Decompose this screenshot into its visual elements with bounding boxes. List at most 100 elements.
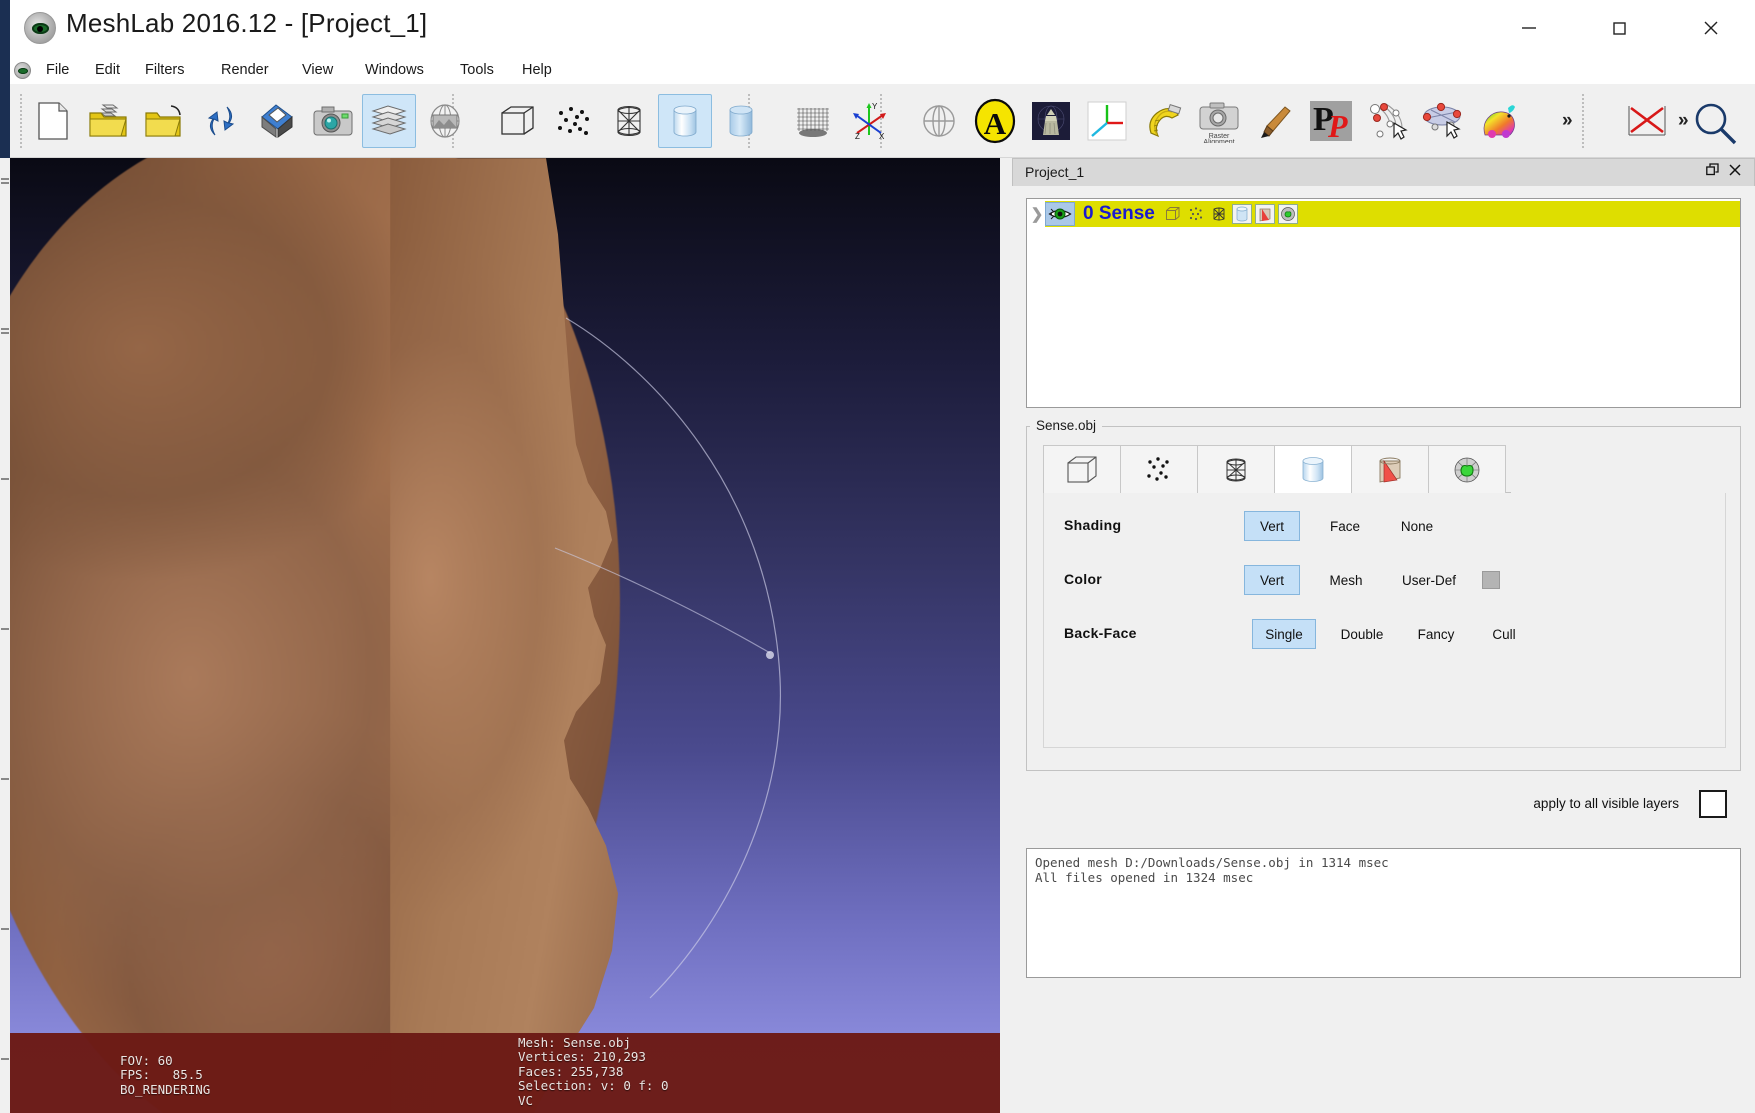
raster-globe-icon[interactable]: [418, 94, 472, 148]
measuring-tape-icon[interactable]: [1136, 94, 1190, 148]
close-button[interactable]: [1686, 0, 1736, 56]
tab-wireframe[interactable]: [1197, 445, 1275, 493]
menu-filters[interactable]: Filters: [135, 56, 194, 84]
title-bar: MeshLab 2016.12 - [Project_1]: [0, 0, 1755, 56]
layer-points-icon[interactable]: [1186, 204, 1206, 224]
svg-text:A: A: [984, 106, 1007, 141]
new-document-icon[interactable]: [26, 94, 80, 148]
smooth-cylinder-icon[interactable]: [714, 94, 768, 148]
svg-text:P: P: [1327, 108, 1348, 142]
minimize-button[interactable]: [1504, 0, 1554, 56]
log-console[interactable]: Opened mesh D:/Downloads/Sense.obj in 13…: [1026, 848, 1741, 978]
shading-row: Shading Vert Face None: [1044, 511, 1727, 545]
back-face-label: Back-Face: [1064, 625, 1137, 641]
color-vert-option[interactable]: Vert: [1244, 565, 1300, 595]
wireframe-icon[interactable]: [602, 94, 656, 148]
tab-texture[interactable]: [1351, 445, 1429, 493]
flat-cylinder-icon[interactable]: [658, 94, 712, 148]
save-diskette-icon[interactable]: [250, 94, 304, 148]
meshlab-small-eye-icon: [14, 62, 31, 79]
layer-bbox-icon[interactable]: [1163, 204, 1183, 224]
points-cloud-icon[interactable]: [546, 94, 600, 148]
layer-wireframe-icon[interactable]: [1209, 204, 1229, 224]
dock-close-button[interactable]: [1728, 163, 1748, 183]
render-mode-tabs: [1043, 445, 1511, 493]
color-label: Color: [1064, 571, 1103, 587]
user-def-color-swatch[interactable]: [1482, 571, 1500, 589]
log-line: Opened mesh D:/Downloads/Sense.obj in 13…: [1035, 855, 1389, 870]
raster-camera-icon[interactable]: Raster Alignment: [1192, 94, 1246, 148]
reload-arrows-icon[interactable]: [194, 94, 248, 148]
layer-flat-icon[interactable]: [1231, 204, 1252, 224]
back-face-double-option[interactable]: Double: [1334, 619, 1390, 649]
eye-visible-icon[interactable]: [1045, 202, 1075, 226]
menu-tools[interactable]: Tools: [450, 56, 504, 84]
svg-text:Y: Y: [872, 102, 878, 111]
back-face-cull-option[interactable]: Cull: [1484, 619, 1524, 649]
dock-title: Project_1: [1025, 164, 1085, 180]
layer-expander-icon[interactable]: ❯: [1029, 201, 1045, 227]
render-options-body: Shading Vert Face None Color Vert Mesh U…: [1043, 493, 1726, 748]
xyz-axis-icon[interactable]: Y X Z: [842, 94, 896, 148]
menu-bar: File Edit Filters Render View Windows To…: [0, 56, 1755, 84]
color-mesh-option[interactable]: Mesh: [1322, 565, 1370, 595]
bounding-box-icon[interactable]: [490, 94, 544, 148]
shading-vert-option[interactable]: Vert: [1244, 511, 1300, 541]
dock-float-button[interactable]: [1706, 163, 1726, 183]
color-user-def-option[interactable]: User-Def: [1394, 565, 1464, 595]
main-toolbar: Y X Z A Raster Alignment P P » »: [0, 84, 1755, 158]
pick-points-icon[interactable]: [1360, 94, 1414, 148]
svg-text:Alignment: Alignment: [1203, 139, 1234, 143]
tab-points[interactable]: [1120, 445, 1198, 493]
layer-row-sense[interactable]: ❯ 0 Sense: [1029, 201, 1740, 227]
menu-view[interactable]: View: [292, 56, 343, 84]
open-project-folder-icon[interactable]: [82, 94, 136, 148]
layer-texture-icon[interactable]: [1254, 204, 1275, 224]
toolbar-overflow-2-button[interactable]: »: [1678, 110, 1689, 132]
tab-bounding-box[interactable]: [1043, 445, 1121, 493]
svg-text:X: X: [879, 132, 885, 141]
yellow-a-icon[interactable]: A: [968, 94, 1022, 148]
tab-solid[interactable]: [1274, 445, 1352, 493]
shading-none-option[interactable]: None: [1394, 511, 1440, 541]
shading-face-option[interactable]: Face: [1322, 511, 1368, 541]
menu-help[interactable]: Help: [512, 56, 562, 84]
layer-list[interactable]: ❯ 0 Sense: [1026, 198, 1741, 408]
monument-photo-icon[interactable]: [1024, 94, 1078, 148]
tab-selection[interactable]: [1428, 445, 1506, 493]
toolbar-separator: [1582, 94, 1584, 148]
open-folder-icon[interactable]: [138, 94, 192, 148]
select-faces-icon[interactable]: [1416, 94, 1470, 148]
apply-to-all-label: apply to all visible layers: [1533, 796, 1679, 811]
normals-grid-icon[interactable]: [786, 94, 840, 148]
menu-file[interactable]: File: [36, 56, 79, 84]
camera-icon[interactable]: [306, 94, 360, 148]
log-line: All files opened in 1324 msec: [1035, 870, 1254, 885]
search-magnifier-icon[interactable]: [1690, 98, 1740, 148]
rainbow-bunny-icon[interactable]: [1472, 94, 1526, 148]
menu-windows[interactable]: Windows: [355, 56, 434, 84]
apply-to-all-checkbox[interactable]: [1699, 790, 1727, 818]
layer-name-label: 0 Sense: [1083, 203, 1155, 224]
paintbrush-icon[interactable]: [1248, 94, 1302, 148]
viewport-render-stats: FOV: 60 FPS: 85.5 BO_RENDERING: [120, 1052, 211, 1097]
menu-edit[interactable]: Edit: [85, 56, 130, 84]
back-face-single-option[interactable]: Single: [1252, 619, 1316, 649]
maximize-button[interactable]: [1594, 0, 1644, 56]
viewport-left-scrollbar[interactable]: [0, 158, 10, 1113]
menu-render[interactable]: Render: [211, 56, 279, 84]
toolbar-separator: [20, 94, 22, 148]
red-cross-delete-icon[interactable]: [1620, 94, 1674, 148]
layers-stack-icon[interactable]: [362, 94, 416, 148]
pp-logo-icon[interactable]: P P: [1304, 94, 1358, 148]
shading-label: Shading: [1064, 517, 1122, 533]
back-face-fancy-option[interactable]: Fancy: [1412, 619, 1460, 649]
3d-viewport[interactable]: FOV: 60 FPS: 85.5 BO_RENDERING Mesh: Sen…: [10, 158, 1000, 1113]
svg-text:Z: Z: [855, 132, 860, 141]
axis-align-icon[interactable]: [1080, 94, 1134, 148]
viewport-mesh-stats: Mesh: Sense.obj Vertices: 210,293 Faces:…: [518, 1034, 669, 1108]
toolbar-overflow-button[interactable]: »: [1562, 110, 1573, 132]
layer-selection-icon[interactable]: [1277, 204, 1298, 224]
toolbar-accent-stripe: [0, 84, 10, 158]
trackball-sphere-icon[interactable]: [912, 94, 966, 148]
